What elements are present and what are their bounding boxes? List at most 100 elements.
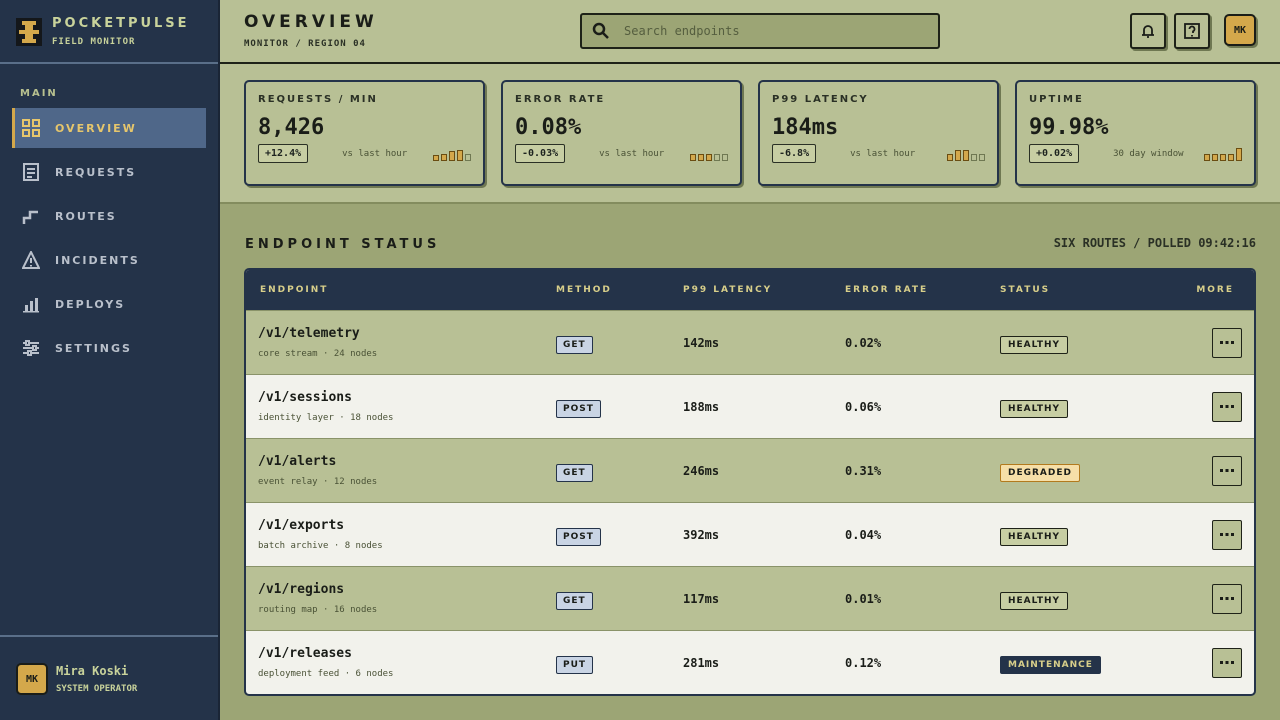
spark-bar xyxy=(714,153,720,161)
bar-chart-icon xyxy=(23,298,39,313)
warning-icon xyxy=(22,251,40,269)
status-badge: HEALTHY xyxy=(1000,591,1069,610)
spark-bar xyxy=(698,153,704,161)
endpoint-path[interactable]: /v1/telemetry xyxy=(258,326,556,341)
error-rate-value: 0.01% xyxy=(845,591,882,606)
stat-card-error-rate: ERROR RATE 0.08% -0.03% vs last hour xyxy=(501,80,742,186)
column-header-error-rate[interactable]: ERROR RATE xyxy=(845,285,1000,295)
user-profile[interactable]: MK Mira Koski SYSTEM OPERATOR xyxy=(16,663,137,695)
more-button[interactable] xyxy=(1212,647,1242,678)
spark-bar xyxy=(1204,153,1210,161)
sidebar-divider xyxy=(0,635,218,637)
more-cell xyxy=(1176,455,1254,486)
latency-value: 246ms xyxy=(683,463,720,478)
help-button[interactable] xyxy=(1174,13,1210,49)
method-badge: GET xyxy=(556,591,593,610)
sidebar-item-settings[interactable]: SETTINGS xyxy=(12,328,206,368)
stat-note: vs last hour xyxy=(342,148,408,159)
sidebar-item-label: REQUESTS xyxy=(55,165,137,179)
bell-icon xyxy=(1142,25,1154,38)
more-button[interactable] xyxy=(1212,391,1242,422)
stat-label: ERROR RATE xyxy=(515,94,606,105)
error-rate-value: 0.12% xyxy=(845,655,882,670)
status-badge: HEALTHY xyxy=(1000,335,1069,354)
stat-label: UPTIME xyxy=(1029,94,1084,105)
stat-note: 30 day window xyxy=(1113,148,1184,159)
sidebar-section-label: MAIN xyxy=(20,88,58,99)
more-icon xyxy=(1220,404,1234,408)
endpoint-path[interactable]: /v1/sessions xyxy=(258,390,556,405)
brand-name: POCKETPULSE xyxy=(52,16,190,31)
sidebar-item-label: SETTINGS xyxy=(55,341,132,355)
table-row[interactable]: /v1/alerts event relay · 12 nodes GET 246ms… xyxy=(246,438,1254,502)
more-icon xyxy=(1220,340,1234,344)
latency-value: 117ms xyxy=(683,591,720,606)
more-cell xyxy=(1176,647,1254,678)
sidebar-item-label: ROUTES xyxy=(55,209,117,223)
latency-value: 142ms xyxy=(683,335,720,350)
spark-bar xyxy=(955,149,961,161)
more-button[interactable] xyxy=(1212,455,1242,486)
stat-value: 0.08% xyxy=(515,115,582,140)
spark-bar xyxy=(1228,153,1234,161)
column-header-method[interactable]: METHOD xyxy=(556,285,683,295)
help-icon xyxy=(1184,23,1200,39)
endpoint-path[interactable]: /v1/regions xyxy=(258,582,556,597)
more-button[interactable] xyxy=(1212,327,1242,358)
sidebar-item-label: INCIDENTS xyxy=(55,253,140,267)
table-row[interactable]: /v1/exports batch archive · 8 nodes POST 39… xyxy=(246,502,1254,566)
table-row[interactable]: /v1/releases deployment feed · 6 nodes PUT… xyxy=(246,630,1254,694)
endpoint-table: ENDPOINT METHOD P99 LATENCY ERROR RATE S… xyxy=(244,268,1256,696)
header-avatar[interactable]: MK xyxy=(1224,14,1256,46)
endpoint-path[interactable]: /v1/exports xyxy=(258,518,556,533)
spark-bar xyxy=(457,149,463,161)
error-rate-value: 0.06% xyxy=(845,399,882,414)
stats-panel: REQUESTS / MIN 8,426 +12.4% vs last hour … xyxy=(220,64,1280,204)
column-header-latency[interactable]: P99 LATENCY xyxy=(683,285,845,295)
sidebar-divider xyxy=(0,62,218,64)
method-badge: GET xyxy=(556,335,593,354)
logo-icon xyxy=(16,17,42,46)
column-header-endpoint[interactable]: ENDPOINT xyxy=(246,285,556,295)
sidebar-item-overview[interactable]: OVERVIEW xyxy=(12,108,206,148)
status-badge: DEGRADED xyxy=(1000,463,1080,482)
method-cell: GET xyxy=(556,588,683,610)
endpoint-path[interactable]: /v1/releases xyxy=(258,646,556,661)
sidebar-nav: OVERVIEW REQUESTS ROUTES INCIDENTS DEPLO… xyxy=(12,108,206,372)
search-input[interactable] xyxy=(624,24,914,38)
sidebar-item-incidents[interactable]: INCIDENTS xyxy=(12,240,206,280)
spark-bar xyxy=(441,153,447,161)
method-cell: POST xyxy=(556,396,683,418)
sparkline xyxy=(945,147,985,161)
notifications-button[interactable] xyxy=(1130,13,1166,49)
spark-bar xyxy=(706,153,712,161)
more-cell xyxy=(1176,583,1254,614)
endpoint-path[interactable]: /v1/alerts xyxy=(258,454,556,469)
spark-bar xyxy=(979,153,985,161)
table-row[interactable]: /v1/sessions identity layer · 18 nodes POS… xyxy=(246,374,1254,438)
endpoint-description: routing map · 16 nodes xyxy=(258,605,378,615)
spark-bar xyxy=(947,153,953,161)
brand-subtitle: FIELD MONITOR xyxy=(52,37,136,47)
more-icon xyxy=(1220,660,1234,664)
table-row[interactable]: /v1/regions routing map · 16 nodes GET 117m… xyxy=(246,566,1254,630)
header: OVERVIEW MONITOR / REGION 04 MK xyxy=(220,0,1280,64)
sidebar-item-deploys[interactable]: DEPLOYS xyxy=(12,284,206,324)
more-cell xyxy=(1176,519,1254,550)
more-cell xyxy=(1176,391,1254,422)
sidebar-item-routes[interactable]: ROUTES xyxy=(12,196,206,236)
endpoint-description: core stream · 24 nodes xyxy=(258,349,378,359)
sliders-icon xyxy=(23,340,39,356)
more-button[interactable] xyxy=(1212,519,1242,550)
more-button[interactable] xyxy=(1212,583,1242,614)
status-cell: DEGRADED xyxy=(1000,460,1176,482)
endpoint-cell: /v1/exports batch archive · 8 nodes xyxy=(246,518,556,551)
search-icon xyxy=(592,22,609,39)
spark-bar xyxy=(971,153,977,161)
section-meta: SIX ROUTES / POLLED 09:42:16 xyxy=(1053,236,1256,250)
search-bar xyxy=(580,13,940,49)
method-badge: POST xyxy=(556,399,601,418)
column-header-status[interactable]: STATUS xyxy=(1000,285,1176,295)
sidebar-item-requests[interactable]: REQUESTS xyxy=(12,152,206,192)
table-row[interactable]: /v1/telemetry core stream · 24 nodes GET 14… xyxy=(246,310,1254,374)
